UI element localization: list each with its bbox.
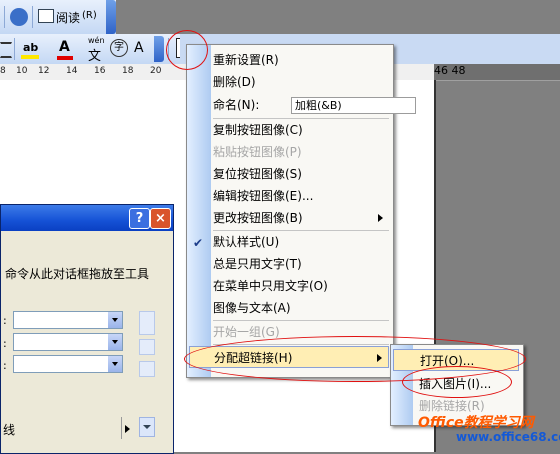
align-icon[interactable]: [0, 42, 12, 58]
menu-item-copy-button-image[interactable]: 复制按钮图像(C): [213, 119, 389, 141]
formatting-toolbar: ab A wén 文 字 A B: [0, 34, 196, 64]
ruler-tick: 10: [16, 66, 28, 76]
annotation-ellipse-insert-picture: [402, 366, 512, 398]
standard-toolbar: 阅读 (R): [0, 0, 116, 35]
chevron-down-icon[interactable]: [108, 356, 122, 372]
scrollbar[interactable]: [139, 361, 155, 377]
ruler-tick: 46: [434, 64, 448, 77]
ruler-tick: 48: [451, 64, 466, 77]
divider: [121, 417, 122, 439]
ruler-tick: 16: [94, 66, 106, 76]
highlight-icon[interactable]: ab: [20, 38, 40, 59]
help-icon[interactable]: [10, 8, 28, 26]
dialog-dropdown[interactable]: [13, 333, 123, 351]
menu-item-edit-button-image[interactable]: 编辑按钮图像(E)...: [213, 185, 389, 207]
chevron-down-icon[interactable]: [108, 334, 122, 350]
grow-font-icon[interactable]: A: [134, 40, 144, 56]
ruler-tick: 20: [150, 66, 162, 76]
menu-item-text-only-always[interactable]: 总是只用文字(T): [213, 253, 389, 275]
dialog-bottom-label: 线: [3, 423, 16, 437]
button-context-menu: 重新设置(R) 删除(D) 命名(N): 加粗(&B) 复制按钮图像(C) 粘贴…: [186, 44, 416, 378]
phonetic-guide-label: wén: [88, 36, 105, 45]
toolbar-separator: [4, 6, 5, 28]
menu-item-paste-button-image: 粘贴按钮图像(P): [213, 145, 302, 159]
watermark-url: www.office68.com: [456, 430, 560, 444]
enclose-characters-icon[interactable]: 字: [110, 39, 128, 57]
font-color-icon[interactable]: A: [56, 38, 74, 60]
menu-item-reset[interactable]: 重新设置(R): [213, 49, 389, 71]
ruler-tick: 12: [38, 66, 50, 76]
ruler-tick: 8: [0, 66, 6, 76]
chevron-down-icon[interactable]: [108, 312, 122, 328]
ruler-tick: 18: [122, 66, 134, 76]
dialog-bottom-bar: 线: [1, 413, 173, 453]
read-button-key: (R): [82, 10, 97, 21]
checkmark-icon: ✔: [193, 236, 204, 250]
phonetic-guide-icon[interactable]: 文: [88, 45, 101, 64]
dialog-instruction-text: 命令从此对话框拖放至工具: [5, 267, 150, 281]
menu-item-default-style[interactable]: 默认样式(U): [213, 231, 389, 253]
dialog-close-button[interactable]: ×: [150, 208, 171, 229]
menu-item-label: 更改按钮图像(B): [213, 211, 303, 225]
menu-item-image-and-text[interactable]: 图像与文本(A): [213, 297, 389, 319]
menu-item-delete[interactable]: 删除(D): [213, 71, 389, 93]
annotation-circle-bold-button: [166, 30, 208, 70]
menu-item-reset-button-image[interactable]: 复位按钮图像(S): [213, 163, 389, 185]
customize-dialog: ? × 命令从此对话框拖放至工具 : : : 线: [0, 204, 174, 454]
menu-gutter: [187, 45, 211, 377]
submenu-arrow-icon: [378, 214, 383, 222]
scroll-down-button[interactable]: [139, 417, 155, 437]
name-field[interactable]: 加粗(&B): [291, 97, 416, 114]
field-label: :: [3, 337, 7, 350]
name-label: 命名(N):: [213, 98, 260, 112]
scrollbar[interactable]: [139, 311, 155, 335]
field-label: :: [3, 314, 7, 327]
dialog-title-bar[interactable]: ? ×: [1, 205, 173, 231]
menu-item-change-button-image[interactable]: 更改按钮图像(B): [213, 207, 389, 229]
dialog-dropdown[interactable]: [13, 355, 123, 373]
menu-item-name[interactable]: 命名(N): 加粗(&B): [213, 94, 416, 116]
chevron-right-icon[interactable]: [125, 425, 130, 433]
toolbar-separator: [14, 38, 15, 60]
ruler-margin: 46 48: [434, 64, 560, 80]
toolbar-separator: [32, 6, 33, 28]
watermark-logo: Office教程学习网: [418, 415, 534, 431]
scrollbar[interactable]: [139, 339, 155, 355]
ruler-tick: 14: [66, 66, 78, 76]
field-label: :: [3, 359, 7, 372]
toolbar-options-chevron[interactable]: [106, 0, 116, 34]
dialog-dropdown[interactable]: [13, 311, 123, 329]
dialog-help-button[interactable]: ?: [129, 208, 150, 229]
toolbar-options-chevron[interactable]: [154, 36, 164, 62]
read-icon: [38, 9, 54, 23]
menu-item-text-only-in-menus[interactable]: 在菜单中只用文字(O): [213, 275, 389, 297]
read-button-label[interactable]: 阅读: [56, 9, 80, 26]
